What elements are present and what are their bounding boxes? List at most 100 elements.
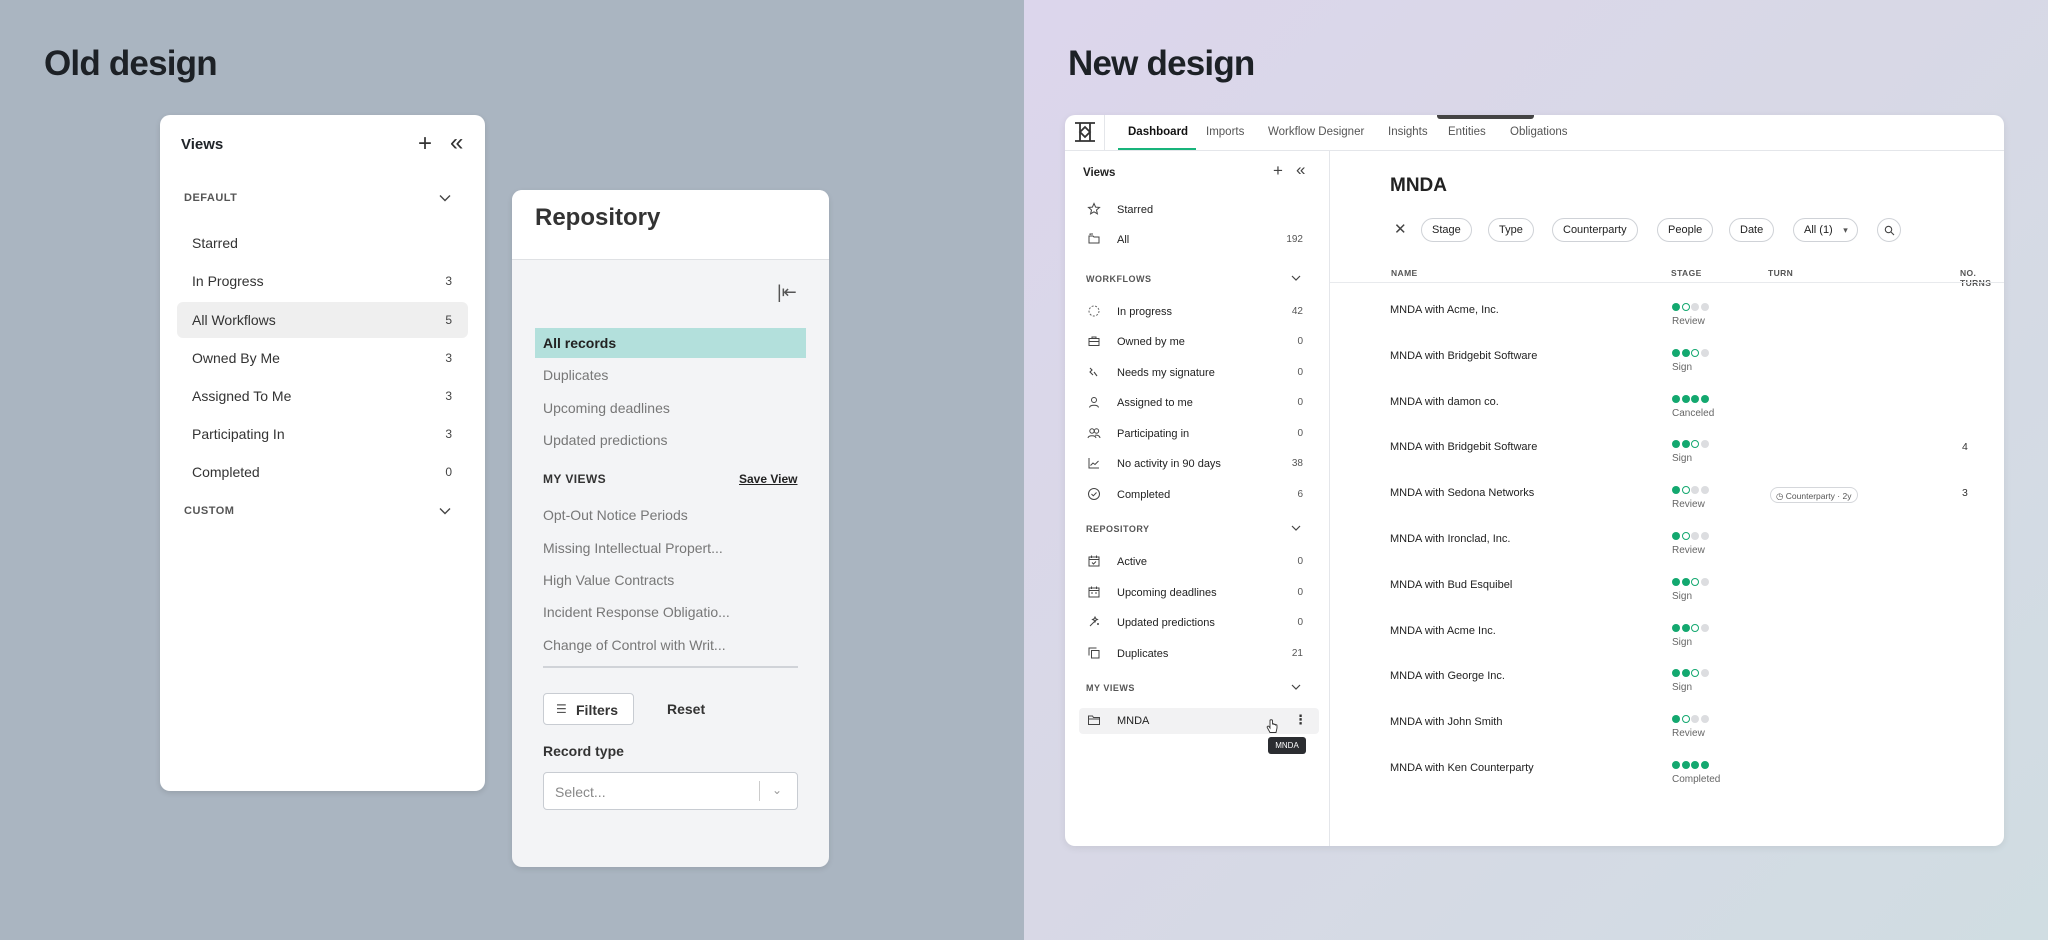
sidebar-item-in-progress[interactable]: In progress 42 bbox=[1079, 299, 1314, 325]
users-icon bbox=[1087, 428, 1101, 439]
view-item[interactable]: Completed 0 bbox=[177, 454, 468, 490]
row-name[interactable]: MNDA with Acme Inc. bbox=[1390, 625, 1496, 637]
tab-workflow-designer[interactable]: Workflow Designer bbox=[1268, 126, 1364, 138]
my-view-item[interactable]: Change of Control with Writ... bbox=[535, 630, 806, 660]
view-item[interactable]: Assigned To Me 3 bbox=[177, 378, 468, 414]
stage-dot bbox=[1691, 669, 1699, 678]
tab-insights[interactable]: Insights bbox=[1388, 126, 1428, 138]
tab-imports[interactable]: Imports bbox=[1206, 126, 1244, 138]
row-name[interactable]: MNDA with Bridgebit Software bbox=[1390, 350, 1537, 362]
sidebar-item-duplicates[interactable]: Duplicates 21 bbox=[1079, 641, 1314, 667]
sidebar-item-active[interactable]: Active 0 bbox=[1079, 549, 1314, 575]
sidebar-item-needs-signature[interactable]: Needs my signature 0 bbox=[1079, 360, 1314, 386]
row-name[interactable]: MNDA with Sedona Networks bbox=[1390, 487, 1534, 499]
row-name[interactable]: MNDA with John Smith bbox=[1390, 716, 1502, 728]
chevron-down-icon[interactable] bbox=[438, 504, 452, 518]
tab-dashboard[interactable]: Dashboard bbox=[1128, 126, 1188, 138]
view-item[interactable]: Starred bbox=[177, 225, 468, 261]
filters-button[interactable]: ☰ Filters bbox=[543, 693, 634, 725]
sidebar-item-no-activity[interactable]: No activity in 90 days 38 bbox=[1079, 451, 1314, 477]
row-name[interactable]: MNDA with George Inc. bbox=[1390, 670, 1505, 682]
stage-dot bbox=[1691, 486, 1699, 495]
reset-button[interactable]: Reset bbox=[667, 701, 705, 717]
repo-item-updated-predictions[interactable]: Updated predictions bbox=[535, 425, 806, 455]
old-design-heading: Old design bbox=[44, 44, 218, 83]
collapse-left-icon[interactable]: |⇤ bbox=[777, 282, 797, 303]
view-item[interactable]: In Progress 3 bbox=[177, 263, 468, 299]
row-name[interactable]: MNDA with Acme, Inc. bbox=[1390, 304, 1499, 316]
chevron-down-icon[interactable] bbox=[438, 191, 452, 205]
table-row[interactable]: MNDA with Bridgebit Software Sign 4 bbox=[1330, 432, 2004, 478]
repo-item-all-records[interactable]: All records bbox=[535, 328, 806, 358]
close-icon[interactable]: ✕ bbox=[1394, 220, 1407, 238]
collapse-sidebar-icon[interactable]: « bbox=[1296, 160, 1305, 180]
sidebar-item-updated-predictions[interactable]: Updated predictions 0 bbox=[1079, 610, 1314, 636]
sidebar-item-upcoming-deadlines[interactable]: Upcoming deadlines 0 bbox=[1079, 580, 1314, 606]
stage-dot bbox=[1691, 532, 1699, 540]
my-view-item[interactable]: Incident Response Obligatio... bbox=[535, 597, 806, 627]
my-view-item[interactable]: Opt-Out Notice Periods bbox=[535, 500, 806, 530]
filter-chip-date[interactable]: Date bbox=[1729, 218, 1775, 242]
tab-obligations[interactable]: Obligations bbox=[1510, 126, 1568, 138]
sidebar-item-mnda[interactable]: MNDA ⋮ bbox=[1079, 708, 1319, 734]
my-view-item[interactable]: Missing Intellectual Propert... bbox=[535, 533, 806, 563]
stage-dot bbox=[1672, 348, 1680, 357]
chevron-down-icon[interactable] bbox=[1290, 273, 1302, 283]
collapse-panel-icon[interactable]: « bbox=[450, 131, 463, 155]
top-nav: Dashboard Imports Workflow Designer Insi… bbox=[1065, 115, 2004, 151]
row-name[interactable]: MNDA with Ken Counterparty bbox=[1390, 762, 1534, 774]
stage-dot bbox=[1672, 669, 1680, 678]
stage-dot bbox=[1700, 761, 1709, 769]
table-row[interactable]: MNDA with damon co. Canceled bbox=[1330, 387, 2004, 433]
column-header-turns[interactable]: NO. TURNS bbox=[1960, 268, 2004, 288]
save-view-link[interactable]: Save View bbox=[739, 472, 798, 486]
user-icon bbox=[1089, 397, 1099, 408]
page-title: MNDA bbox=[1390, 175, 1447, 196]
row-name[interactable]: MNDA with Ironclad, Inc. bbox=[1390, 533, 1510, 545]
table-row[interactable]: MNDA with Bud Esquibel Sign bbox=[1330, 570, 2004, 616]
tab-entities[interactable]: Entities bbox=[1448, 126, 1486, 138]
top-edge-marker bbox=[1437, 115, 1534, 119]
chevron-down-icon[interactable] bbox=[1290, 682, 1302, 692]
repo-item-duplicates[interactable]: Duplicates bbox=[535, 360, 806, 390]
table-row[interactable]: MNDA with Acme, Inc. Review bbox=[1330, 295, 2004, 341]
view-item[interactable]: Owned By Me 3 bbox=[177, 340, 468, 376]
sidebar-item-participating-in[interactable]: Participating in 0 bbox=[1079, 421, 1314, 447]
row-name[interactable]: MNDA with damon co. bbox=[1390, 396, 1499, 408]
row-name[interactable]: MNDA with Bud Esquibel bbox=[1390, 579, 1512, 591]
filter-chip-type[interactable]: Type bbox=[1488, 218, 1534, 242]
sidebar-item-all[interactable]: All 192 bbox=[1079, 227, 1314, 253]
column-header-turn[interactable]: TURN bbox=[1768, 268, 1793, 278]
chevron-down-icon[interactable] bbox=[1290, 523, 1302, 533]
record-type-select[interactable]: Select... ⌄ bbox=[543, 772, 798, 810]
add-view-icon[interactable]: + bbox=[1273, 161, 1283, 181]
table-row[interactable]: MNDA with Ken Counterparty Completed bbox=[1330, 753, 2004, 799]
sidebar-item-owned-by-me[interactable]: Owned by me 0 bbox=[1079, 329, 1314, 355]
more-options-icon[interactable]: ⋮ bbox=[1294, 713, 1307, 726]
stage-dot bbox=[1691, 440, 1699, 449]
column-header-stage[interactable]: STAGE bbox=[1671, 268, 1702, 278]
table-row[interactable]: MNDA with John Smith Review bbox=[1330, 707, 2004, 753]
table-row[interactable]: MNDA with Bridgebit Software Sign bbox=[1330, 341, 2004, 387]
my-view-item[interactable]: High Value Contracts bbox=[535, 565, 806, 595]
add-view-icon[interactable]: + bbox=[418, 132, 432, 156]
table-row[interactable]: MNDA with Ironclad, Inc. Review bbox=[1330, 524, 2004, 570]
view-item-selected[interactable]: All Workflows 5 bbox=[177, 302, 468, 338]
sidebar-item-assigned-to-me[interactable]: Assigned to me 0 bbox=[1079, 390, 1314, 416]
sidebar-item-starred[interactable]: Starred bbox=[1079, 197, 1314, 223]
sidebar-item-completed[interactable]: Completed 6 bbox=[1079, 482, 1314, 508]
filter-chip-counterparty[interactable]: Counterparty bbox=[1552, 218, 1638, 242]
stage-dot bbox=[1672, 394, 1680, 403]
table-row[interactable]: MNDA with Sedona Networks Review ◷ Counter… bbox=[1330, 478, 2004, 524]
search-button[interactable] bbox=[1877, 218, 1901, 242]
table-row[interactable]: MNDA with George Inc. Sign bbox=[1330, 661, 2004, 707]
filter-chip-all[interactable]: All (1) ▾ bbox=[1793, 218, 1858, 242]
view-item[interactable]: Participating In 3 bbox=[177, 416, 468, 452]
table-row[interactable]: MNDA with Acme Inc. Sign bbox=[1330, 616, 2004, 662]
stage-dot bbox=[1672, 623, 1680, 632]
column-header-name[interactable]: NAME bbox=[1391, 268, 1418, 278]
row-name[interactable]: MNDA with Bridgebit Software bbox=[1390, 441, 1537, 453]
filter-chip-people[interactable]: People bbox=[1657, 218, 1714, 242]
filter-chip-stage[interactable]: Stage bbox=[1421, 218, 1472, 242]
repo-item-upcoming-deadlines[interactable]: Upcoming deadlines bbox=[535, 393, 806, 423]
